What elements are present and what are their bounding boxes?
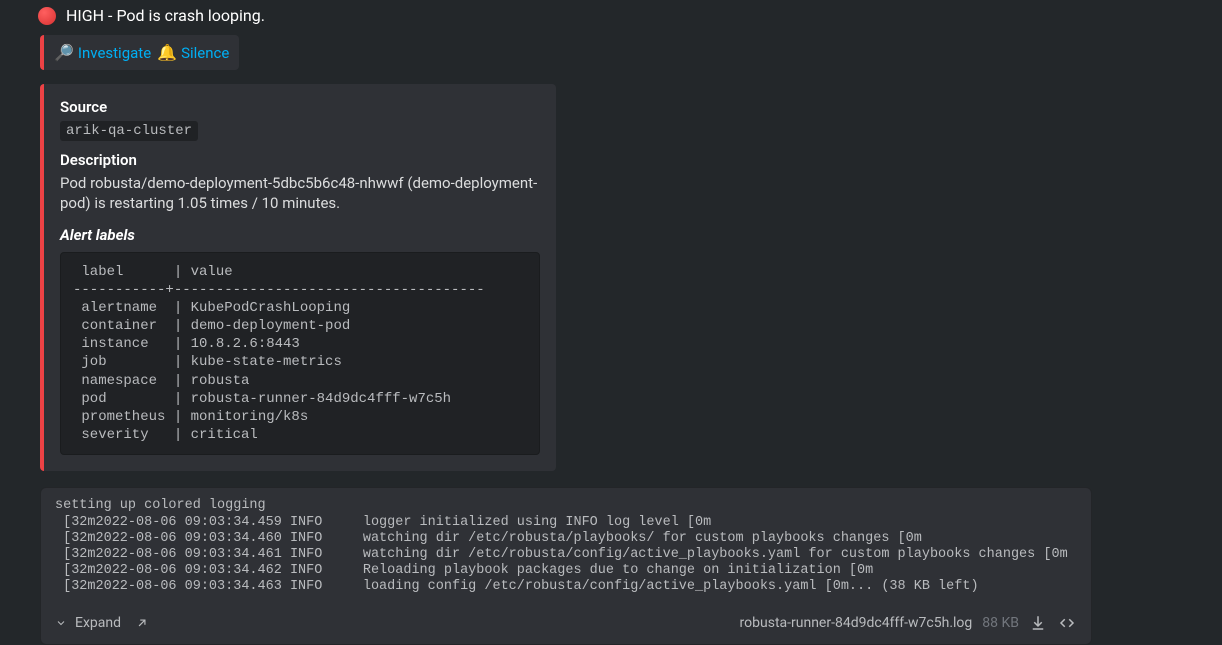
- silence-label: Silence: [181, 44, 229, 62]
- alert-title: HIGH - Pod is crash looping.: [66, 6, 265, 25]
- description-heading: Description: [60, 151, 540, 169]
- alert-header: HIGH - Pod is crash looping.: [38, 0, 1192, 35]
- magnifier-icon: 🔎: [54, 43, 74, 62]
- log-footer: Expand robusta-runner-84d9dc4fff-w7c5h.l…: [41, 604, 1091, 644]
- chevron-down-icon: [55, 617, 67, 629]
- severity-dot-icon: [38, 7, 56, 25]
- source-value: arik-qa-cluster: [60, 121, 198, 141]
- log-filesize: 88 KB: [982, 615, 1019, 631]
- source-heading: Source: [60, 98, 540, 116]
- investigate-link[interactable]: 🔎 Investigate: [54, 43, 151, 62]
- alert-embed: Source arik-qa-cluster Description Pod r…: [40, 84, 556, 471]
- investigate-label: Investigate: [78, 44, 151, 62]
- popout-icon[interactable]: [135, 616, 149, 630]
- code-icon[interactable]: [1057, 614, 1077, 632]
- log-attachment: setting up colored logging [32m2022-08-0…: [40, 487, 1092, 644]
- log-filename: robusta-runner-84d9dc4fff-w7c5h.log: [740, 615, 973, 631]
- bell-icon: 🔔: [157, 43, 177, 62]
- description-text: Pod robusta/demo-deployment-5dbc5b6c48-n…: [60, 173, 540, 214]
- silence-link[interactable]: 🔔 Silence: [157, 43, 229, 62]
- alert-labels-heading: Alert labels: [60, 226, 540, 244]
- expand-label: Expand: [75, 615, 121, 631]
- alert-labels-block: label | value -----------+--------------…: [60, 252, 540, 456]
- log-content: setting up colored logging [32m2022-08-0…: [41, 488, 1091, 603]
- expand-button[interactable]: Expand: [55, 615, 121, 631]
- download-icon[interactable]: [1029, 614, 1047, 632]
- actions-bar: 🔎 Investigate 🔔 Silence: [40, 35, 239, 70]
